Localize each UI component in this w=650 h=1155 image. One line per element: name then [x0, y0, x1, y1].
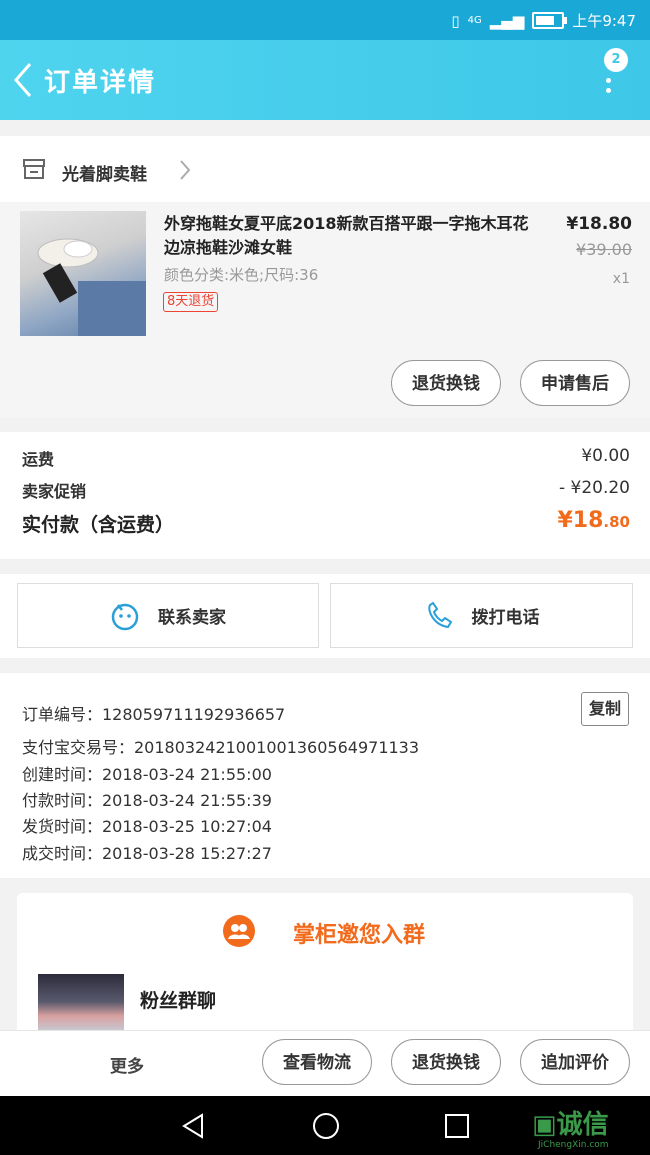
vibrate-icon: ▯ [451, 11, 460, 30]
product-sku: 颜色分类:米色;尺码:36 [164, 266, 319, 284]
group-image [38, 974, 124, 1030]
shop-icon [22, 158, 46, 184]
circle-home-icon [313, 1113, 339, 1139]
watermark-logo: ▣诚信 [532, 1104, 609, 1141]
square-recents-icon [445, 1114, 469, 1138]
created-time: 创建时间：2018-03-24 21:55:00 [22, 765, 272, 784]
nav-home-button[interactable] [311, 1111, 341, 1145]
alipay-number: 支付宝交易号：2018032421001001360564971133 [22, 738, 420, 757]
group-title: 掌柜邀您入群 [292, 923, 425, 948]
shipping-label: 运费 [22, 450, 55, 469]
more-dot-icon [606, 78, 611, 83]
network-label: 4G [467, 15, 482, 26]
battery-icon [532, 12, 568, 29]
return-policy-tag: 8天退货 [163, 292, 219, 312]
more-button[interactable]: 更多 [110, 1052, 144, 1077]
promo-value: - ¥20.20 [558, 478, 630, 498]
product-image[interactable] [20, 211, 146, 336]
shop-name[interactable]: 光着脚卖鞋 [62, 160, 147, 185]
page-title: 订单详情 [44, 68, 157, 98]
fee-summary [0, 432, 650, 559]
contact-seller-button[interactable]: 联系卖家 [17, 583, 319, 648]
product-quantity: x1 [612, 271, 630, 287]
total-integer: ¥18 [557, 508, 604, 533]
status-time: 上午9:47 [572, 12, 636, 30]
more-menu-button[interactable]: 2 [596, 48, 642, 104]
copy-button[interactable]: 复制 [581, 692, 629, 726]
completed-time: 成交时间：2018-03-28 15:27:27 [22, 844, 272, 863]
chevron-right-icon [178, 158, 192, 186]
view-logistics-button[interactable]: 查看物流 [262, 1039, 372, 1085]
order-number: 订单编号：128059711192936657 [22, 705, 286, 724]
shipped-time: 发货时间：2018-03-25 10:27:04 [22, 817, 272, 836]
more-dot-icon [606, 88, 611, 93]
chat-face-icon [111, 603, 139, 630]
exchange-button-bottom[interactable]: 退货换钱 [391, 1039, 501, 1085]
watermark-url: JiChengXin.com [538, 1140, 609, 1150]
product-title[interactable]: 外穿拖鞋女夏平底2018新款百搭平跟一字拖木耳花边凉拖鞋沙滩女鞋 [164, 212, 534, 260]
after-sale-button[interactable]: 申请售后 [520, 360, 630, 406]
status-bar: ▯ 4G ▂▄▆ 上午9:47 [0, 0, 650, 40]
nav-back-button[interactable] [180, 1112, 206, 1144]
call-phone-label: 拨打电话 [471, 608, 540, 628]
notification-badge: 2 [604, 48, 628, 72]
promo-label: 卖家促销 [22, 482, 87, 501]
call-phone-button[interactable]: 拨打电话 [330, 583, 633, 648]
product-price: ¥18.80 [566, 214, 632, 234]
total-decimal: .80 [603, 513, 630, 531]
back-arrow-icon [14, 63, 32, 97]
contact-seller-label: 联系卖家 [158, 608, 226, 628]
phone-icon [427, 601, 452, 628]
add-review-button[interactable]: 追加评价 [520, 1039, 630, 1085]
signal-icon: ▂▄▆ [489, 11, 525, 30]
product-original-price: ¥39.00 [576, 240, 632, 259]
paid-time: 付款时间：2018-03-24 21:55:39 [22, 791, 272, 810]
total-label: 实付款（含运费） [22, 514, 175, 536]
watermark-brand: 诚信 [556, 1110, 609, 1140]
exchange-button[interactable]: 退货换钱 [391, 360, 501, 406]
group-name[interactable]: 粉丝群聊 [140, 986, 216, 1013]
nav-recents-button[interactable] [444, 1113, 470, 1143]
total-value: ¥18.80 [557, 508, 630, 533]
shipping-value: ¥0.00 [581, 446, 630, 466]
back-button[interactable] [10, 58, 40, 102]
triangle-back-icon [182, 1113, 203, 1139]
watermark-glyph: ▣ [532, 1110, 557, 1140]
